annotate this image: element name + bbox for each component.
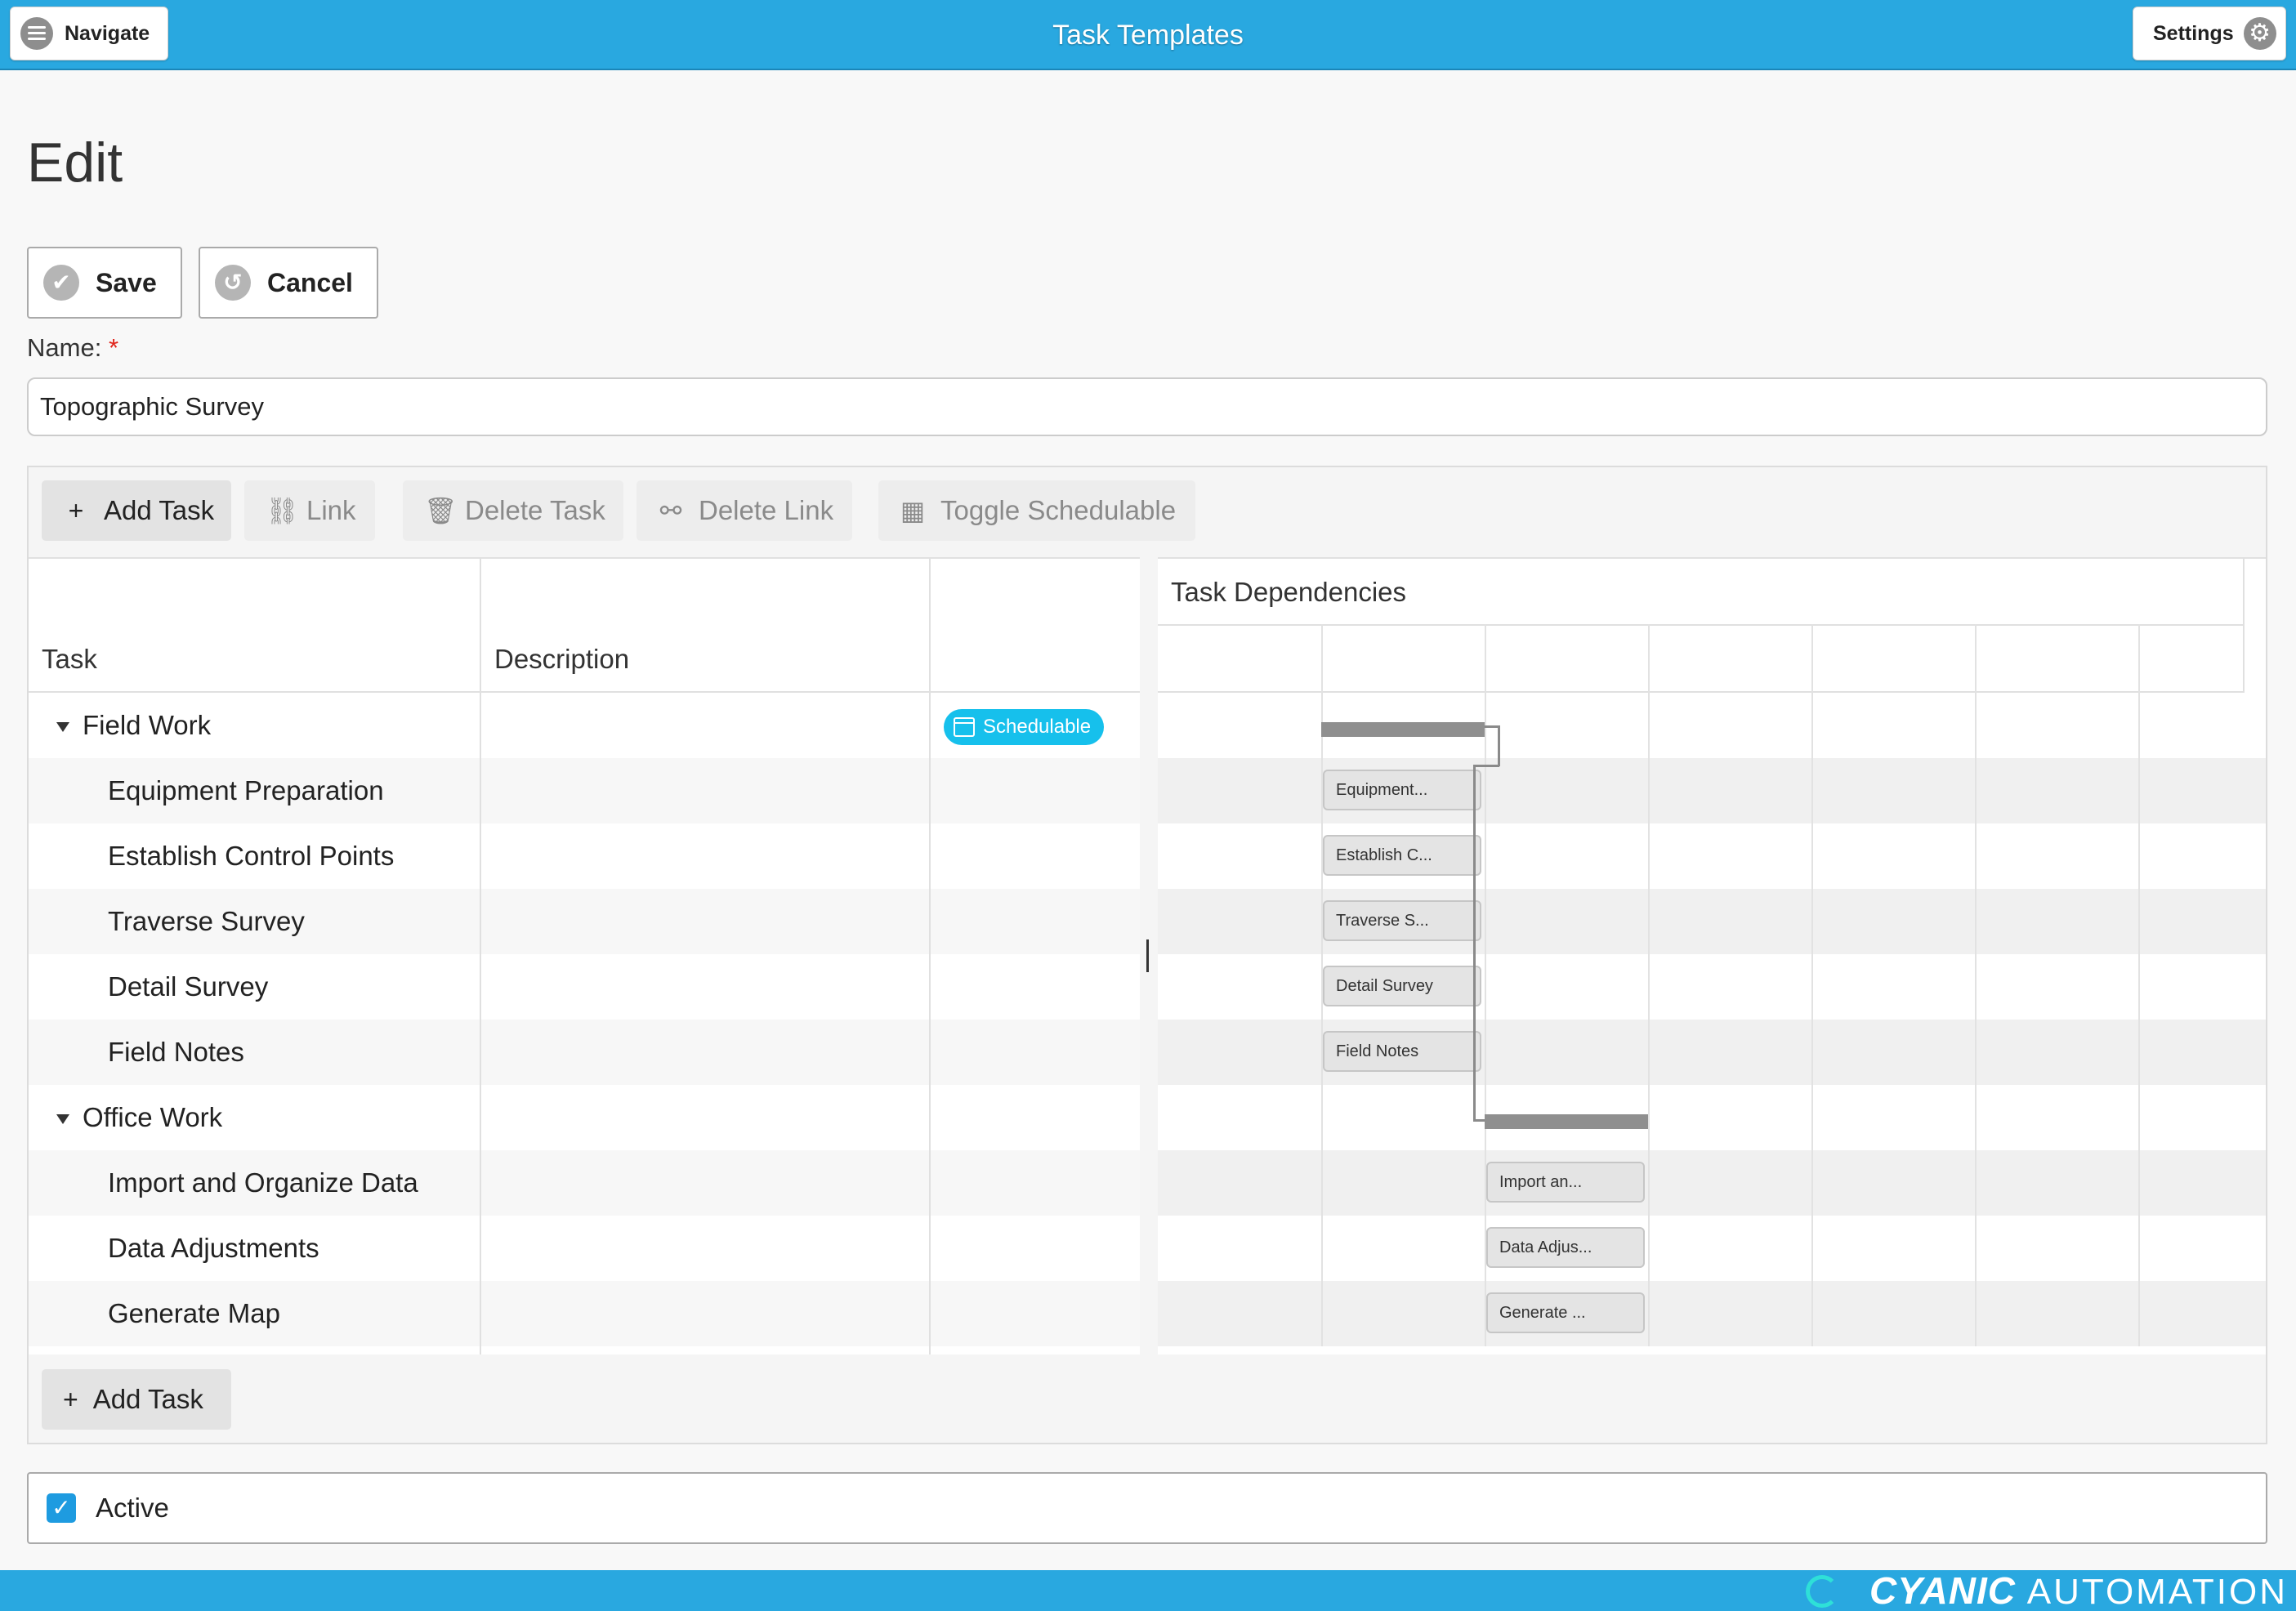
chart-column-line [1648, 624, 1650, 1346]
unlink-icon: ⚯ [659, 496, 682, 525]
plus-icon: + [68, 495, 84, 525]
task-row[interactable]: Data Adjustments [29, 1216, 1140, 1281]
active-field: ✓ Active [27, 1472, 2267, 1544]
task-bar[interactable]: Equipment... [1323, 770, 1481, 810]
name-label: Name: * [27, 333, 119, 362]
task-bar[interactable]: Import an... [1486, 1162, 1645, 1203]
active-checkbox[interactable]: ✓ [47, 1493, 76, 1523]
toggle-schedulable-button[interactable]: ▦ Toggle Schedulable [878, 480, 1195, 541]
task-row[interactable]: Traverse Survey [29, 889, 1140, 954]
task-group-row[interactable]: Field Work Schedulable [29, 693, 1140, 758]
task-bar[interactable]: Traverse S... [1323, 900, 1481, 941]
trash-icon: 🗑 [424, 496, 458, 525]
delete-link-button[interactable]: ⚯ Delete Link [637, 480, 852, 541]
caret-down-icon[interactable] [56, 722, 69, 732]
chart-column-line [1811, 624, 1813, 1346]
task-bar[interactable]: Detail Survey [1323, 966, 1481, 1006]
chart-row [1158, 1216, 2266, 1281]
dependency-link[interactable] [1473, 1119, 1485, 1122]
save-label: Save [96, 267, 157, 297]
schedulable-label: Schedulable [983, 716, 1092, 738]
task-row[interactable]: Equipment Preparation [29, 758, 1140, 823]
chart-column-line [2138, 624, 2140, 1346]
task-name: Import and Organize Data [108, 1167, 418, 1198]
link-icon: ⛓ [266, 496, 299, 525]
task-name: Field Work [83, 710, 212, 740]
task-name: Equipment Preparation [108, 775, 384, 806]
top-bar: Navigate Task Templates Settings ⚙ [0, 0, 2296, 70]
col-description-header: Description [494, 644, 630, 674]
required-mark: * [108, 333, 119, 362]
check-icon: ✔ [43, 265, 79, 301]
brand-name: CYANIC AUTOMATION [1869, 1569, 2288, 1611]
caret-down-icon[interactable] [56, 1114, 69, 1124]
task-row[interactable]: Field Notes [29, 1020, 1140, 1085]
task-name: Establish Control Points [108, 841, 395, 871]
schedulable-badge: Schedulable [944, 709, 1105, 745]
plus-icon: + [63, 1384, 78, 1414]
calendar-icon [954, 717, 975, 737]
chart-row [1158, 1150, 2266, 1216]
task-bar[interactable]: Field Notes [1323, 1031, 1481, 1072]
task-name: Generate Map [108, 1298, 280, 1328]
chart-title: Task Dependencies [1171, 577, 1407, 607]
app-title: Task Templates [1052, 20, 1244, 51]
settings-button[interactable]: Settings ⚙ [2133, 7, 2286, 60]
delete-task-button[interactable]: 🗑 Delete Task [403, 480, 623, 541]
chart-row [1158, 1085, 2266, 1150]
col-task-header: Task [42, 644, 97, 674]
add-task-bottom-button[interactable]: + Add Task [42, 1369, 231, 1430]
calendar-icon: ▦ [900, 496, 926, 525]
cancel-label: Cancel [267, 267, 353, 297]
chart-row [1158, 1281, 2266, 1346]
dependency-chart: Task Dependencies Equipment... Establish … [1158, 557, 2266, 1354]
task-row[interactable]: Detail Survey [29, 954, 1140, 1020]
page-title: Edit [27, 132, 123, 194]
name-input[interactable] [27, 377, 2267, 436]
task-grid: Task Description Field Work Schedulable Eq… [29, 557, 1140, 1354]
task-name: Field Notes [108, 1037, 244, 1067]
task-row[interactable]: Establish Control Points [29, 823, 1140, 889]
task-bar[interactable]: Generate ... [1486, 1292, 1645, 1333]
gantt-panel: + Add Task ⛓ Link 🗑 Delete Task ⚯ Delete… [27, 466, 2267, 1444]
dependency-link[interactable] [1473, 765, 1476, 1121]
task-bar[interactable]: Establish C... [1323, 835, 1481, 876]
task-name: Data Adjustments [108, 1233, 319, 1263]
task-bar[interactable]: Data Adjus... [1486, 1227, 1645, 1268]
chart-column-line [1975, 624, 1977, 1346]
link-button[interactable]: ⛓ Link [244, 480, 375, 541]
task-name: Office Work [83, 1102, 223, 1132]
summary-bar[interactable] [1321, 722, 1485, 737]
footer-bar: CYANIC AUTOMATION [0, 1570, 2296, 1611]
dependency-link[interactable] [1473, 765, 1499, 767]
dependency-link[interactable] [1498, 725, 1500, 766]
splitter-handle[interactable] [1146, 939, 1149, 972]
undo-icon: ↺ [215, 265, 251, 301]
brand-logo-icon [1806, 1575, 1838, 1608]
active-label: Active [96, 1493, 169, 1523]
task-row[interactable]: Import and Organize Data [29, 1150, 1140, 1216]
task-row[interactable]: Generate Map [29, 1281, 1140, 1346]
add-task-button[interactable]: + Add Task [42, 480, 231, 541]
settings-label: Settings [2153, 21, 2234, 45]
save-button[interactable]: ✔ Save [27, 247, 182, 319]
task-name: Traverse Survey [108, 906, 305, 936]
summary-bar[interactable] [1485, 1114, 1648, 1129]
task-name: Detail Survey [108, 971, 269, 1002]
gear-icon: ⚙ [2243, 17, 2276, 50]
cancel-button[interactable]: ↺ Cancel [199, 247, 378, 319]
grid-header: Task Description [29, 559, 1140, 693]
task-group-row[interactable]: Office Work [29, 1085, 1140, 1150]
